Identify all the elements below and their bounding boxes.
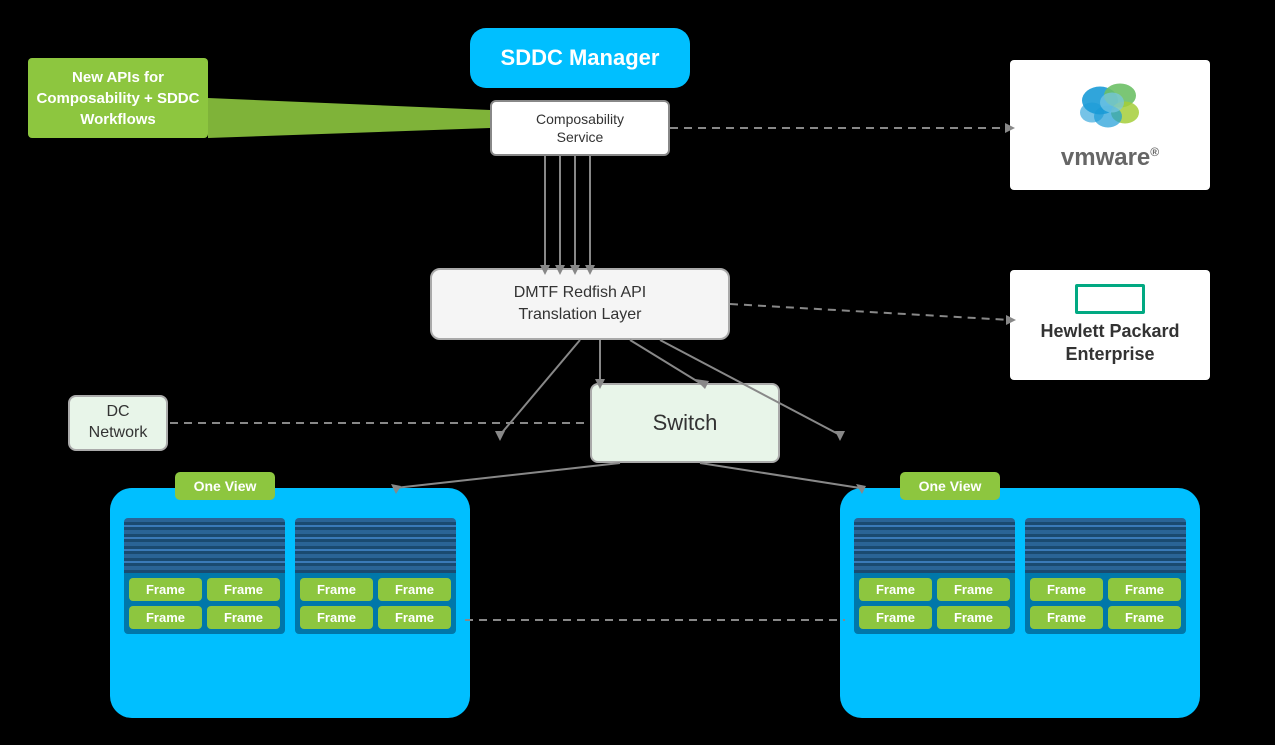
- frame-box: Frame: [300, 606, 373, 629]
- frame-box: Frame: [378, 578, 451, 601]
- frame-box: Frame: [300, 578, 373, 601]
- vmware-text: vmware®: [1061, 144, 1159, 172]
- oneview-label-right: One View: [900, 472, 1000, 500]
- server-grid-right: Frame Frame Frame Frame Frame Frame Fram…: [854, 518, 1186, 634]
- frame-box: Frame: [129, 606, 202, 629]
- vmware-icon: [1070, 78, 1150, 138]
- server-rack-4: Frame Frame Frame Frame: [1025, 518, 1186, 634]
- architecture-diagram: New APIs for Composability + SDDC Workfl…: [0, 0, 1275, 745]
- dmtf-box: DMTF Redfish APITranslation Layer: [430, 268, 730, 340]
- server-rack-1: Frame Frame Frame Frame: [124, 518, 285, 634]
- switch-box: Switch: [590, 383, 780, 463]
- server-rack-2: Frame Frame Frame Frame: [295, 518, 456, 634]
- frame-box: Frame: [937, 578, 1010, 601]
- sddc-manager-box: SDDC Manager: [470, 28, 690, 88]
- frame-box: Frame: [378, 606, 451, 629]
- composability-service-box: ComposabilityService: [490, 100, 670, 156]
- hpe-icon: [1075, 284, 1145, 314]
- frame-box: Frame: [207, 606, 280, 629]
- vmware-logo: vmware®: [1010, 60, 1210, 190]
- frame-box: Frame: [1030, 578, 1103, 601]
- oneview-container-left: Frame Frame Frame Frame Frame Frame Fram…: [110, 488, 470, 718]
- hpe-logo: Hewlett Packard Enterprise: [1010, 270, 1210, 380]
- server-rack-3: Frame Frame Frame Frame: [854, 518, 1015, 634]
- frame-box: Frame: [1108, 606, 1181, 629]
- frame-box: Frame: [859, 606, 932, 629]
- dc-network-box: DCNetwork: [68, 395, 168, 451]
- frame-box: Frame: [129, 578, 202, 601]
- frame-box: Frame: [859, 578, 932, 601]
- new-apis-label: New APIs for Composability + SDDC Workfl…: [28, 58, 208, 138]
- server-grid-left: Frame Frame Frame Frame Frame Frame Fram…: [124, 518, 456, 634]
- hpe-text: Hewlett Packard Enterprise: [1040, 320, 1179, 367]
- frame-box: Frame: [207, 578, 280, 601]
- frame-box: Frame: [1030, 606, 1103, 629]
- oneview-label-left: One View: [175, 472, 275, 500]
- frame-box: Frame: [1108, 578, 1181, 601]
- oneview-container-right: Frame Frame Frame Frame Frame Frame Fram…: [840, 488, 1200, 718]
- frame-box: Frame: [937, 606, 1010, 629]
